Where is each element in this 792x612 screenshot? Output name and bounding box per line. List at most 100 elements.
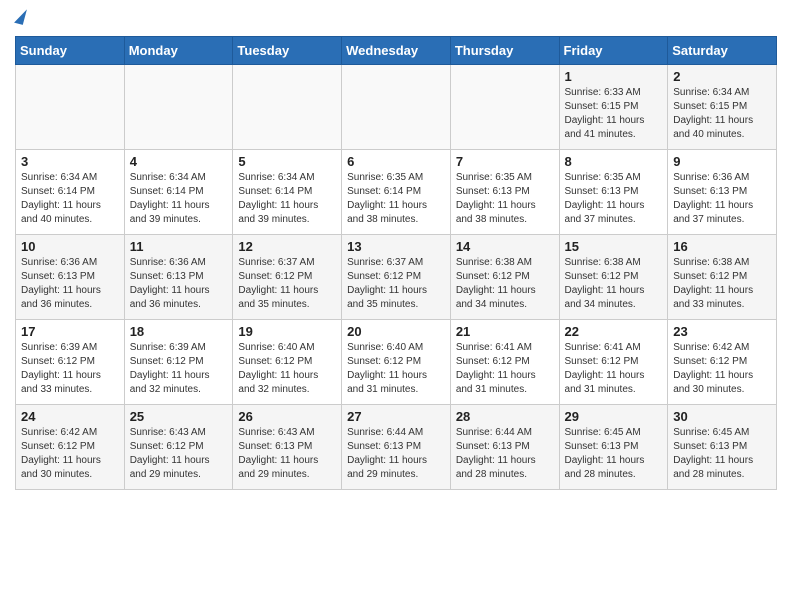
day-cell: 25 Sunrise: 6:43 AM Sunset: 6:12 PM Dayli…: [124, 405, 233, 490]
day-info: Sunrise: 6:34 AM Sunset: 6:14 PM Dayligh…: [21, 171, 119, 227]
day-info: Sunrise: 6:44 AM Sunset: 6:13 PM Dayligh…: [347, 426, 445, 482]
day-number: 11: [130, 239, 228, 254]
logo-triangle-icon: [14, 7, 27, 25]
day-number: 17: [21, 324, 119, 339]
column-header-monday: Monday: [124, 37, 233, 65]
week-row-4: 24 Sunrise: 6:42 AM Sunset: 6:12 PM Dayli…: [16, 405, 777, 490]
day-number: 2: [673, 69, 771, 84]
day-cell: 15 Sunrise: 6:38 AM Sunset: 6:12 PM Dayli…: [559, 235, 668, 320]
day-cell: 1 Sunrise: 6:33 AM Sunset: 6:15 PM Daylig…: [559, 65, 668, 150]
day-number: 30: [673, 409, 771, 424]
day-cell: 17 Sunrise: 6:39 AM Sunset: 6:12 PM Dayli…: [16, 320, 125, 405]
day-cell: 23Sunrise: 6:42 AM Sunset: 6:12 PM Dayli…: [668, 320, 777, 405]
day-cell: 10Sunrise: 6:36 AM Sunset: 6:13 PM Dayli…: [16, 235, 125, 320]
day-cell: [124, 65, 233, 150]
week-row-0: 1 Sunrise: 6:33 AM Sunset: 6:15 PM Daylig…: [16, 65, 777, 150]
day-info: Sunrise: 6:38 AM Sunset: 6:12 PM Dayligh…: [673, 256, 771, 312]
day-info: Sunrise: 6:43 AM Sunset: 6:12 PM Dayligh…: [130, 426, 228, 482]
day-cell: [233, 65, 342, 150]
day-number: 21: [456, 324, 554, 339]
day-number: 4: [130, 154, 228, 169]
column-header-thursday: Thursday: [450, 37, 559, 65]
day-cell: [16, 65, 125, 150]
day-number: 6: [347, 154, 445, 169]
day-cell: 11 Sunrise: 6:36 AM Sunset: 6:13 PM Dayli…: [124, 235, 233, 320]
day-cell: 22Sunrise: 6:41 AM Sunset: 6:12 PM Dayli…: [559, 320, 668, 405]
day-cell: [450, 65, 559, 150]
day-number: 25: [130, 409, 228, 424]
day-info: Sunrise: 6:41 AM Sunset: 6:12 PM Dayligh…: [565, 341, 663, 397]
day-cell: 2 Sunrise: 6:34 AM Sunset: 6:15 PM Daylig…: [668, 65, 777, 150]
day-cell: 27 Sunrise: 6:44 AM Sunset: 6:13 PM Dayli…: [342, 405, 451, 490]
header-row: SundayMondayTuesdayWednesdayThursdayFrid…: [16, 37, 777, 65]
day-info: Sunrise: 6:36 AM Sunset: 6:13 PM Dayligh…: [21, 256, 119, 312]
logo: [15, 10, 28, 28]
calendar-header: SundayMondayTuesdayWednesdayThursdayFrid…: [16, 37, 777, 65]
day-cell: 8 Sunrise: 6:35 AM Sunset: 6:13 PM Daylig…: [559, 150, 668, 235]
day-number: 19: [238, 324, 336, 339]
day-info: Sunrise: 6:43 AM Sunset: 6:13 PM Dayligh…: [238, 426, 336, 482]
day-info: Sunrise: 6:44 AM Sunset: 6:13 PM Dayligh…: [456, 426, 554, 482]
day-number: 12: [238, 239, 336, 254]
day-cell: 26 Sunrise: 6:43 AM Sunset: 6:13 PM Dayli…: [233, 405, 342, 490]
day-info: Sunrise: 6:33 AM Sunset: 6:15 PM Dayligh…: [565, 86, 663, 142]
column-header-tuesday: Tuesday: [233, 37, 342, 65]
day-cell: 14 Sunrise: 6:38 AM Sunset: 6:12 PM Dayli…: [450, 235, 559, 320]
day-cell: 13 Sunrise: 6:37 AM Sunset: 6:12 PM Dayli…: [342, 235, 451, 320]
header: [15, 10, 777, 28]
day-cell: 3Sunrise: 6:34 AM Sunset: 6:14 PM Daylig…: [16, 150, 125, 235]
day-info: Sunrise: 6:37 AM Sunset: 6:12 PM Dayligh…: [347, 256, 445, 312]
day-number: 1: [565, 69, 663, 84]
column-header-saturday: Saturday: [668, 37, 777, 65]
day-info: Sunrise: 6:41 AM Sunset: 6:12 PM Dayligh…: [456, 341, 554, 397]
day-cell: 21 Sunrise: 6:41 AM Sunset: 6:12 PM Dayli…: [450, 320, 559, 405]
day-info: Sunrise: 6:35 AM Sunset: 6:14 PM Dayligh…: [347, 171, 445, 227]
day-cell: 16 Sunrise: 6:38 AM Sunset: 6:12 PM Dayli…: [668, 235, 777, 320]
day-cell: 18Sunrise: 6:39 AM Sunset: 6:12 PM Dayli…: [124, 320, 233, 405]
day-number: 26: [238, 409, 336, 424]
day-info: Sunrise: 6:37 AM Sunset: 6:12 PM Dayligh…: [238, 256, 336, 312]
day-number: 8: [565, 154, 663, 169]
day-info: Sunrise: 6:34 AM Sunset: 6:15 PM Dayligh…: [673, 86, 771, 142]
day-number: 24: [21, 409, 119, 424]
day-cell: 24 Sunrise: 6:42 AM Sunset: 6:12 PM Dayli…: [16, 405, 125, 490]
day-info: Sunrise: 6:39 AM Sunset: 6:12 PM Dayligh…: [21, 341, 119, 397]
day-info: Sunrise: 6:45 AM Sunset: 6:13 PM Dayligh…: [673, 426, 771, 482]
day-number: 20: [347, 324, 445, 339]
day-number: 14: [456, 239, 554, 254]
week-row-3: 17 Sunrise: 6:39 AM Sunset: 6:12 PM Dayli…: [16, 320, 777, 405]
day-cell: 7Sunrise: 6:35 AM Sunset: 6:13 PM Daylig…: [450, 150, 559, 235]
day-cell: 12 Sunrise: 6:37 AM Sunset: 6:12 PM Dayli…: [233, 235, 342, 320]
day-cell: 4 Sunrise: 6:34 AM Sunset: 6:14 PM Daylig…: [124, 150, 233, 235]
day-info: Sunrise: 6:40 AM Sunset: 6:12 PM Dayligh…: [238, 341, 336, 397]
day-info: Sunrise: 6:36 AM Sunset: 6:13 PM Dayligh…: [130, 256, 228, 312]
day-cell: [342, 65, 451, 150]
day-info: Sunrise: 6:35 AM Sunset: 6:13 PM Dayligh…: [565, 171, 663, 227]
week-row-1: 3Sunrise: 6:34 AM Sunset: 6:14 PM Daylig…: [16, 150, 777, 235]
day-info: Sunrise: 6:42 AM Sunset: 6:12 PM Dayligh…: [673, 341, 771, 397]
day-info: Sunrise: 6:45 AM Sunset: 6:13 PM Dayligh…: [565, 426, 663, 482]
day-cell: 5Sunrise: 6:34 AM Sunset: 6:14 PM Daylig…: [233, 150, 342, 235]
column-header-sunday: Sunday: [16, 37, 125, 65]
day-number: 13: [347, 239, 445, 254]
day-number: 9: [673, 154, 771, 169]
day-number: 16: [673, 239, 771, 254]
day-info: Sunrise: 6:42 AM Sunset: 6:12 PM Dayligh…: [21, 426, 119, 482]
day-info: Sunrise: 6:36 AM Sunset: 6:13 PM Dayligh…: [673, 171, 771, 227]
day-cell: 19 Sunrise: 6:40 AM Sunset: 6:12 PM Dayli…: [233, 320, 342, 405]
day-number: 27: [347, 409, 445, 424]
page: SundayMondayTuesdayWednesdayThursdayFrid…: [0, 0, 792, 505]
day-cell: 20 Sunrise: 6:40 AM Sunset: 6:12 PM Dayli…: [342, 320, 451, 405]
day-info: Sunrise: 6:38 AM Sunset: 6:12 PM Dayligh…: [456, 256, 554, 312]
week-row-2: 10Sunrise: 6:36 AM Sunset: 6:13 PM Dayli…: [16, 235, 777, 320]
day-info: Sunrise: 6:34 AM Sunset: 6:14 PM Dayligh…: [130, 171, 228, 227]
day-number: 29: [565, 409, 663, 424]
day-number: 15: [565, 239, 663, 254]
day-number: 28: [456, 409, 554, 424]
day-info: Sunrise: 6:34 AM Sunset: 6:14 PM Dayligh…: [238, 171, 336, 227]
day-cell: 30 Sunrise: 6:45 AM Sunset: 6:13 PM Dayli…: [668, 405, 777, 490]
day-info: Sunrise: 6:38 AM Sunset: 6:12 PM Dayligh…: [565, 256, 663, 312]
column-header-wednesday: Wednesday: [342, 37, 451, 65]
calendar: SundayMondayTuesdayWednesdayThursdayFrid…: [15, 36, 777, 490]
day-info: Sunrise: 6:40 AM Sunset: 6:12 PM Dayligh…: [347, 341, 445, 397]
